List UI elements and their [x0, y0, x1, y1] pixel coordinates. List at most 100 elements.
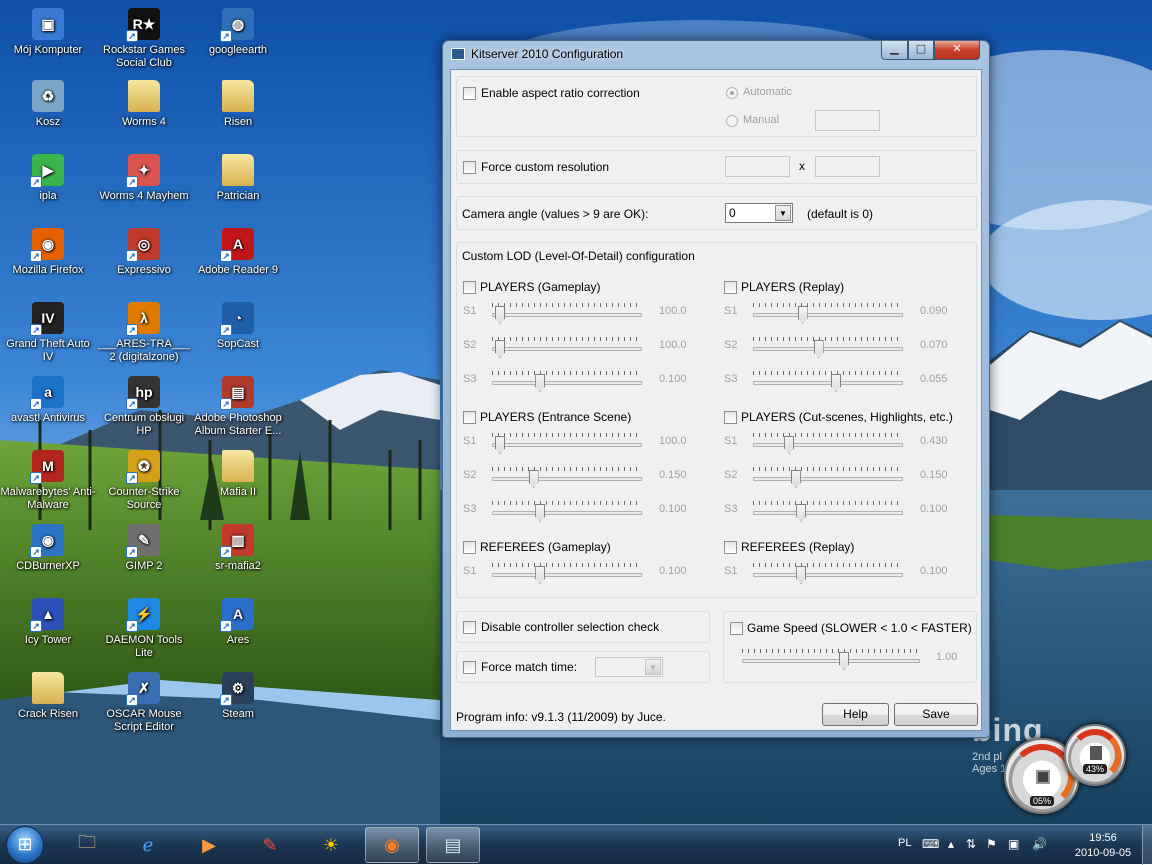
keyboard-icon[interactable]: ⌨ [922, 837, 939, 851]
taskbar-button[interactable]: ℯ [121, 827, 175, 863]
desktop-icon[interactable]: Worms 4 [96, 80, 192, 129]
lod-slider[interactable] [753, 431, 903, 455]
maximize-button[interactable]: □ [908, 41, 934, 60]
slider-thumb[interactable] [797, 306, 808, 324]
taskbar-button[interactable]: 🗀 [60, 827, 114, 863]
slider-thumb[interactable] [535, 504, 546, 522]
minimize-button[interactable]: ▁ [881, 41, 908, 60]
close-button[interactable]: ✕ [934, 41, 980, 60]
slider-thumb[interactable] [796, 566, 807, 584]
lod-slider[interactable] [753, 499, 903, 523]
flag-icon[interactable]: ⚑ [986, 837, 997, 851]
slider-thumb[interactable] [796, 504, 807, 522]
slider-thumb[interactable] [784, 436, 795, 454]
show-desktop-button[interactable] [1142, 825, 1152, 865]
desktop-icon[interactable]: a ↗ avast! Antivirus [0, 376, 96, 425]
lod-slider[interactable] [492, 561, 642, 585]
desktop-icon[interactable]: ◎ ↗ Expressivo [96, 228, 192, 277]
slider-thumb[interactable] [813, 340, 824, 358]
desktop-icon[interactable]: ▣ Mój Komputer [0, 8, 96, 57]
desktop-icon[interactable]: ▥ ↗ sr-mafia2 [190, 524, 286, 573]
slider-thumb[interactable] [535, 374, 546, 392]
desktop-icon[interactable]: hp ↗ Centrum obsługi HP [96, 376, 192, 438]
lod-group-checkbox[interactable] [724, 541, 737, 554]
lod-slider[interactable] [492, 499, 642, 523]
automatic-radio[interactable] [726, 87, 738, 99]
lod-slider[interactable] [753, 369, 903, 393]
usb-icon[interactable]: ⇅ [966, 837, 976, 851]
network-icon[interactable]: ▣ [1008, 837, 1019, 851]
desktop-icon[interactable]: ✪ ↗ Counter-Strike Source [96, 450, 192, 512]
lod-slider[interactable] [753, 561, 903, 585]
clock[interactable]: 19:56 2010-09-05 [1068, 831, 1138, 861]
desktop-icon[interactable]: M ↗ Malwarebytes' Anti-Malware [0, 450, 96, 512]
lod-slider[interactable] [492, 465, 642, 489]
desktop-icon[interactable]: ◔ ↗ SopCast [190, 302, 286, 351]
lod-slider[interactable] [492, 369, 642, 393]
aspect-ratio-checkbox[interactable] [463, 87, 476, 100]
manual-ratio-input[interactable] [815, 110, 880, 131]
game-speed-slider[interactable] [742, 647, 920, 671]
lod-slider[interactable] [753, 465, 903, 489]
volume-icon[interactable]: 🔊 [1032, 837, 1047, 851]
lod-group-checkbox[interactable] [463, 411, 476, 424]
slider-thumb[interactable] [831, 374, 842, 392]
desktop-icon[interactable]: ✗ ↗ OSCAR Mouse Script Editor [96, 672, 192, 734]
match-time-checkbox[interactable] [463, 661, 476, 674]
save-button[interactable]: Save [894, 703, 978, 726]
lod-slider[interactable] [492, 431, 642, 455]
desktop-icon[interactable]: ◉ ↗ Mozilla Firefox [0, 228, 96, 277]
title-bar[interactable]: Kitserver 2010 Configuration ▁ □ ✕ [443, 41, 989, 67]
desktop-icon[interactable]: ◍ ↗ googleearth [190, 8, 286, 57]
controller-check-checkbox[interactable] [463, 621, 476, 634]
taskbar-button[interactable]: ☀ [304, 827, 358, 863]
desktop-icon[interactable]: Mafia II [190, 450, 286, 499]
desktop-icon[interactable]: Risen [190, 80, 286, 129]
slider-thumb[interactable] [495, 306, 505, 324]
desktop-icon[interactable]: ⚙ ↗ Steam [190, 672, 286, 721]
taskbar-button[interactable]: ▤ [426, 827, 480, 863]
lod-group-checkbox[interactable] [724, 281, 737, 294]
slider-thumb[interactable] [838, 652, 849, 670]
manual-radio[interactable] [726, 115, 738, 127]
desktop-icon[interactable]: ▲ ↗ Icy Tower [0, 598, 96, 647]
start-button[interactable]: ⊞ [6, 826, 44, 864]
desktop-icon[interactable]: ▶ ↗ ipla [0, 154, 96, 203]
desktop-icon[interactable]: IV ↗ Grand Theft Auto IV [0, 302, 96, 364]
taskbar-button[interactable]: ▶ [182, 827, 236, 863]
slider-thumb[interactable] [495, 436, 505, 454]
resolution-width-input[interactable] [725, 156, 790, 177]
taskbar-button[interactable]: ✎ [243, 827, 297, 863]
memory-meter-gadget[interactable]: 43% [1064, 724, 1126, 786]
desktop-icon[interactable]: ◉ ↗ CDBurnerXP [0, 524, 96, 573]
lod-group-checkbox[interactable] [463, 281, 476, 294]
taskbar-button[interactable]: ◉ [365, 827, 419, 863]
help-button[interactable]: Help [822, 703, 889, 726]
slider-thumb[interactable] [495, 340, 505, 358]
lod-slider[interactable] [753, 335, 903, 359]
lod-group-checkbox[interactable] [463, 541, 476, 554]
lod-slider[interactable] [492, 301, 642, 325]
desktop-icon[interactable]: A ↗ Adobe Reader 9 [190, 228, 286, 277]
desktop-icon[interactable]: ✦ ↗ Worms 4 Mayhem [96, 154, 192, 203]
lod-slider[interactable] [753, 301, 903, 325]
desktop-icon[interactable]: ⚡ ↗ DAEMON Tools Lite [96, 598, 192, 660]
camera-angle-select[interactable]: 0 ▼ [725, 203, 793, 223]
custom-resolution-checkbox[interactable] [463, 161, 476, 174]
desktop-icon[interactable]: ▤ ↗ Adobe Photoshop Album Starter E... [190, 376, 286, 438]
resolution-height-input[interactable] [815, 156, 880, 177]
desktop-icon[interactable]: ♻ Kosz [0, 80, 96, 129]
desktop-icon[interactable]: Patrician [190, 154, 286, 203]
match-time-select[interactable]: ▼ [595, 657, 663, 677]
desktop-icon[interactable]: ✎ ↗ GIMP 2 [96, 524, 192, 573]
lod-group-checkbox[interactable] [724, 411, 737, 424]
slider-thumb[interactable] [528, 470, 539, 488]
desktop-icon[interactable]: A ↗ Ares [190, 598, 286, 647]
desktop-icon[interactable]: λ ↗ ___ARES-TRA___ 2 (digitalzone) [96, 302, 192, 364]
slider-thumb[interactable] [790, 470, 801, 488]
desktop-icon[interactable]: R★ ↗ Rockstar Games Social Club [96, 8, 192, 70]
desktop-icon[interactable]: Crack Risen [0, 672, 96, 721]
lod-slider[interactable] [492, 335, 642, 359]
slider-thumb[interactable] [535, 566, 546, 584]
language-indicator[interactable]: PL [898, 837, 911, 849]
